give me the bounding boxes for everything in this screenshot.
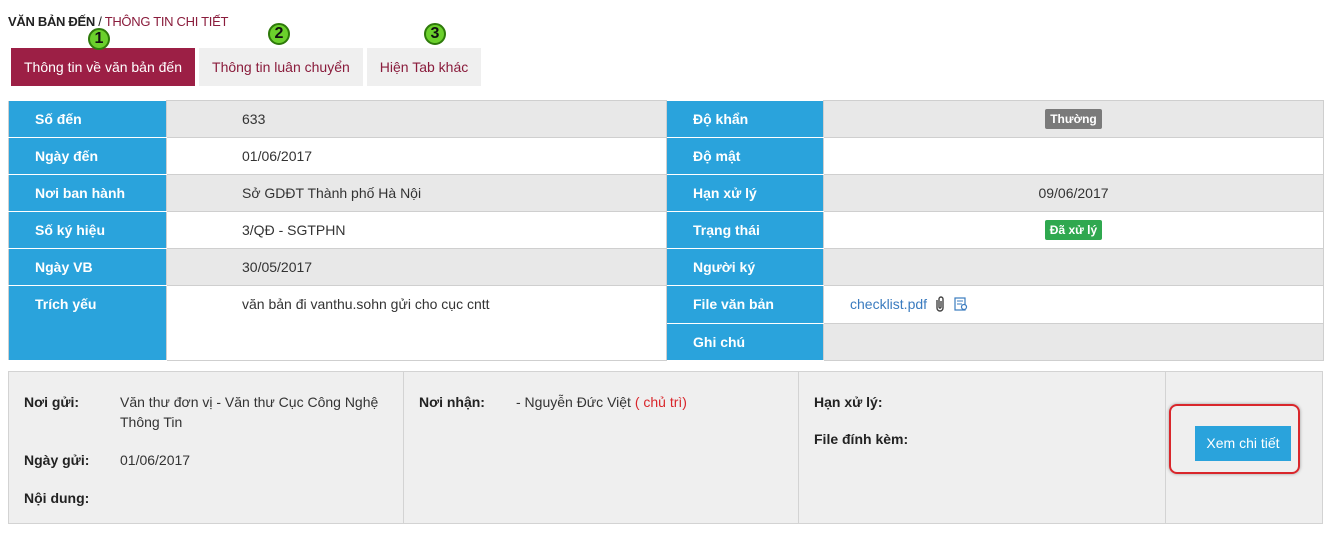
transfer-panel: Nơi gửi: Văn thư đơn vị - Văn thư Cục Cô… xyxy=(8,371,1323,524)
table-row: Số đến 633 Độ khẩn Thường xyxy=(8,100,1324,138)
sent-date-value: 01/06/2017 xyxy=(120,452,191,468)
value-document-file: checklist.pdf xyxy=(823,285,1324,324)
value-signer xyxy=(823,248,1324,286)
table-row: Ngày VB 30/05/2017 Người ký xyxy=(8,248,1324,286)
table-row: Số ký hiệu 3/QĐ - SGTPHN Trạng thái Đã x… xyxy=(8,211,1324,249)
receiver-name: - Nguyễn Đức Việt xyxy=(516,394,631,410)
value-summary: văn bản đi vanthu.sohn gửi cho cục cntt xyxy=(166,285,667,361)
label-symbol: Số ký hiệu xyxy=(8,211,167,249)
table-row: Trích yếu văn bản đi vanthu.sohn gửi cho… xyxy=(8,285,1324,361)
document-details-table: Số đến 633 Độ khẩn Thường Ngày đến 01/06… xyxy=(8,100,1324,361)
breadcrumb: VĂN BẢN ĐẾN / THÔNG TIN CHI TIẾT xyxy=(8,14,228,29)
breadcrumb-root[interactable]: VĂN BẢN ĐẾN xyxy=(8,14,95,29)
value-confidentiality xyxy=(823,137,1324,175)
file-link[interactable]: checklist.pdf xyxy=(850,296,927,312)
view-file-icon[interactable] xyxy=(954,297,968,311)
paperclip-icon[interactable] xyxy=(934,296,946,312)
value-deadline: 09/06/2017 xyxy=(823,174,1324,212)
label-doc-date: Ngày VB xyxy=(8,248,167,286)
sender-column: Nơi gửi: Văn thư đơn vị - Văn thư Cục Cô… xyxy=(9,372,404,523)
tab-bar: Thông tin về văn bản đến Thông tin luân … xyxy=(11,48,482,86)
label-status: Trạng thái xyxy=(666,211,824,249)
deadline-column: Hạn xử lý: File đính kèm: xyxy=(799,372,1166,523)
label-signer: Người ký xyxy=(666,248,824,286)
sender-label: Nơi gửi: xyxy=(24,394,80,410)
attachment-label: File đính kèm: xyxy=(814,431,909,447)
label-notes: Ghi chú xyxy=(666,322,824,361)
value-symbol: 3/QĐ - SGTPHN xyxy=(166,211,667,249)
tab-incoming-info[interactable]: Thông tin về văn bản đến xyxy=(11,48,196,86)
receiver-label: Nơi nhận: xyxy=(419,394,485,410)
marker-2: 2 xyxy=(268,23,290,45)
tab-other[interactable]: Hiện Tab khác xyxy=(366,48,482,86)
value-doc-date: 30/05/2017 xyxy=(166,248,667,286)
status-badge: Đã xử lý xyxy=(1044,220,1103,240)
label-arrival-number: Số đến xyxy=(8,100,167,138)
breadcrumb-current: THÔNG TIN CHI TIẾT xyxy=(104,14,229,29)
receiver-column: Nơi nhận: - Nguyễn Đức Việt ( chủ trì) xyxy=(404,372,799,523)
marker-1: 1 xyxy=(88,28,110,50)
marker-3: 3 xyxy=(424,23,446,45)
value-urgency: Thường xyxy=(823,100,1324,138)
sender-value: Văn thư đơn vị - Văn thư Cục Công Nghệ T… xyxy=(120,394,379,430)
value-arrival-number: 633 xyxy=(166,100,667,138)
table-row: Ngày đến 01/06/2017 Độ mật xyxy=(8,137,1324,175)
label-arrival-date: Ngày đến xyxy=(8,137,167,175)
tab-transfer-info[interactable]: Thông tin luân chuyển xyxy=(199,48,363,86)
receiver-role: ( chủ trì) xyxy=(634,394,687,410)
label-document-file: File văn bản xyxy=(666,285,824,324)
sent-date-label: Ngày gửi: xyxy=(24,452,90,468)
label-issuer: Nơi ban hành xyxy=(8,174,167,212)
value-status: Đã xử lý xyxy=(823,211,1324,249)
action-column: Xem chi tiết xyxy=(1166,372,1322,523)
value-arrival-date: 01/06/2017 xyxy=(166,137,667,175)
content-label: Nội dung: xyxy=(24,490,90,506)
label-summary: Trích yếu xyxy=(8,285,167,361)
breadcrumb-separator: / xyxy=(94,14,105,29)
value-notes xyxy=(823,322,1324,361)
value-issuer: Sở GDĐT Thành phố Hà Nội xyxy=(166,174,667,212)
label-confidentiality: Độ mật xyxy=(666,137,824,175)
deadline-label: Hạn xử lý: xyxy=(814,394,883,410)
detail-button-highlight: Xem chi tiết xyxy=(1169,404,1300,474)
table-row: Nơi ban hành Sở GDĐT Thành phố Hà Nội Hạ… xyxy=(8,174,1324,212)
label-deadline: Hạn xử lý xyxy=(666,174,824,212)
view-detail-button[interactable]: Xem chi tiết xyxy=(1195,426,1291,461)
receiver-value: - Nguyễn Đức Việt ( chủ trì) xyxy=(516,392,687,412)
urgency-badge: Thường xyxy=(1045,109,1102,129)
label-urgency: Độ khẩn xyxy=(666,100,824,138)
